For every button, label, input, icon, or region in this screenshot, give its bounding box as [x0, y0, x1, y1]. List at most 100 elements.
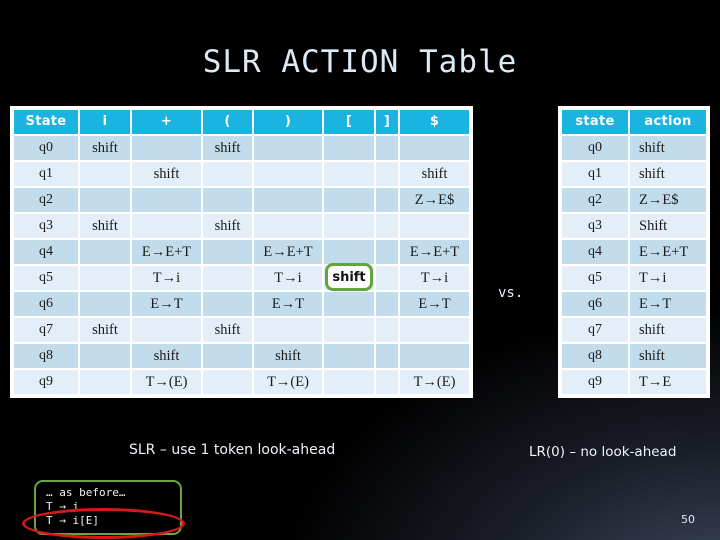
cell-action — [400, 344, 469, 368]
table-row: q9 T→(E) T→(E) T→(E) — [14, 370, 469, 394]
grammar-rule-line: T → i[E] — [46, 514, 99, 527]
side-table-row: q0 shift — [562, 136, 706, 160]
cell-action — [376, 214, 398, 238]
cell-action: shift — [203, 318, 252, 342]
side-cell-state: q4 — [562, 240, 628, 264]
side-cell-action: E→E+T — [630, 240, 706, 264]
cell-action — [376, 188, 398, 212]
cell-action — [203, 370, 252, 394]
cell-action — [132, 136, 201, 160]
cell-state: q4 — [14, 240, 78, 264]
cell-action — [400, 318, 469, 342]
table-row: q5 T→i T→i shift T→i — [14, 263, 469, 291]
side-cell-action: shift — [630, 162, 706, 186]
cell-action — [254, 188, 322, 212]
side-table-header-row: state action — [562, 110, 706, 134]
cell-action — [324, 344, 374, 368]
cell-action — [376, 240, 398, 264]
table-body: q0 shift shift q1 shift shift q2 Z→E$ q3 shift shi… — [14, 136, 469, 394]
side-column-header-state: state — [562, 110, 628, 134]
cell-action — [324, 318, 374, 342]
side-table-row: q6 E→T — [562, 292, 706, 316]
side-cell-state: q3 — [562, 214, 628, 238]
side-cell-action: T→E — [630, 370, 706, 394]
cell-action — [324, 136, 374, 160]
table-row: q6 E→T E→T E→T — [14, 292, 469, 316]
cell-action: shift — [80, 136, 130, 160]
table-row: q1 shift shift — [14, 162, 469, 186]
cell-action: T→i — [400, 266, 469, 290]
cell-action-highlighted: shift — [324, 263, 374, 291]
cell-action — [324, 370, 374, 394]
cell-action: T→(E) — [400, 370, 469, 394]
cell-state: q1 — [14, 162, 78, 186]
cell-action — [324, 292, 374, 316]
cell-action — [203, 162, 252, 186]
side-table-row: q4 E→E+T — [562, 240, 706, 264]
highlight-box: shift — [325, 263, 373, 291]
cell-action — [324, 162, 374, 186]
cell-action — [203, 344, 252, 368]
cell-action: E→T — [132, 292, 201, 316]
side-cell-action: Shift — [630, 214, 706, 238]
cell-action — [376, 318, 398, 342]
cell-action — [80, 370, 130, 394]
table-header-row: State i + ( ) [ ] $ — [14, 110, 469, 134]
side-table-row: q8 shift — [562, 344, 706, 368]
column-header-state: State — [14, 110, 78, 134]
caption-slr: SLR – use 1 token look-ahead — [129, 442, 336, 458]
cell-action — [376, 344, 398, 368]
cell-action: shift — [203, 214, 252, 238]
side-cell-action: shift — [630, 136, 706, 160]
cell-action: Z→E$ — [400, 188, 469, 212]
side-table-row: q7 shift — [562, 318, 706, 342]
caption-lr0: LR(0) – no look-ahead — [529, 444, 677, 460]
column-header-i: i — [80, 110, 130, 134]
cell-action: E→T — [400, 292, 469, 316]
column-header-rbracket: ] — [376, 110, 398, 134]
cell-action: shift — [203, 136, 252, 160]
cell-state: q2 — [14, 188, 78, 212]
side-table-body: q0 shift q1 shift q2 Z→E$ q3 Shift q4 E→E+T q5 T→i q… — [562, 136, 706, 394]
cell-action: E→T — [254, 292, 322, 316]
cell-action: shift — [254, 344, 322, 368]
table-row: q4 E→E+T E→E+T E→E+T — [14, 240, 469, 264]
page-title: SLR ACTION Table — [202, 44, 518, 80]
cell-action: shift — [80, 318, 130, 342]
cell-action — [203, 292, 252, 316]
table-row: q8 shift shift — [14, 344, 469, 368]
cell-state: q3 — [14, 214, 78, 238]
cell-action — [376, 162, 398, 186]
cell-action — [254, 162, 322, 186]
lr0-action-table: state action q0 shift q1 shift q2 Z→E$ q3 Shift… — [558, 106, 710, 398]
cell-action — [80, 266, 130, 290]
cell-action — [376, 266, 398, 290]
side-cell-state: q7 — [562, 318, 628, 342]
side-cell-state: q0 — [562, 136, 628, 160]
cell-action — [324, 240, 374, 264]
cell-action — [80, 162, 130, 186]
side-cell-action: shift — [630, 344, 706, 368]
column-header-dollar: $ — [400, 110, 469, 134]
cell-state: q0 — [14, 136, 78, 160]
cell-action — [400, 214, 469, 238]
table-row: q2 Z→E$ — [14, 188, 469, 212]
column-header-lbracket: [ — [324, 110, 374, 134]
side-cell-action: shift — [630, 318, 706, 342]
cell-action — [132, 188, 201, 212]
side-cell-action: E→T — [630, 292, 706, 316]
cell-action: T→i — [254, 266, 322, 290]
table-row: q0 shift shift — [14, 136, 469, 160]
cell-action — [254, 214, 322, 238]
cell-state: q8 — [14, 344, 78, 368]
cell-action: T→(E) — [132, 370, 201, 394]
cell-action — [132, 214, 201, 238]
grammar-annotation-box: … as before… T → iT → i[E] — [34, 480, 182, 535]
slide-canvas: SLR ACTION Table State i + ( ) [ ] $ q0 s… — [0, 0, 720, 540]
cell-action — [80, 240, 130, 264]
slr-action-table: State i + ( ) [ ] $ q0 shift shift q1 shift s… — [10, 106, 473, 398]
side-cell-action: Z→E$ — [630, 188, 706, 212]
table-row: q7 shift shift — [14, 318, 469, 342]
cell-action — [376, 136, 398, 160]
side-cell-action: T→i — [630, 266, 706, 290]
